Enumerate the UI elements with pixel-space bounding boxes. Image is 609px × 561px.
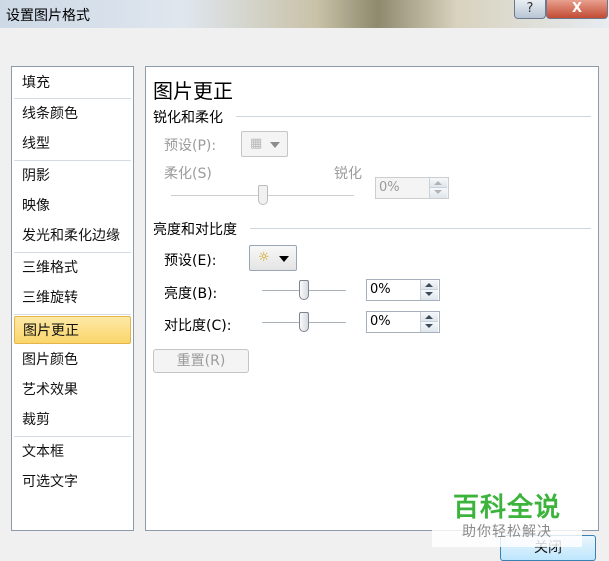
nav-divider [14,252,131,253]
window-close-button[interactable]: X [546,0,608,19]
brightness-label: 亮度(B): [164,286,218,302]
section-divider [236,116,591,117]
sharpen-slider-thumb[interactable] [257,185,268,205]
nav-item-picture-corrections[interactable]: 图片更正 [14,316,131,344]
nav-item-fill[interactable]: 填充 [14,69,131,97]
contrast-label: 对比度(C): [164,318,232,334]
nav-divider [14,98,131,99]
contrast-value: 0% [370,314,391,329]
nav-divider [14,436,131,437]
watermark-subtitle: 助你轻松解决 [462,524,552,540]
spin-down-icon[interactable] [430,188,447,198]
sharpen-value: 0% [379,180,400,195]
sharpen-preset-label: 预设(P): [164,138,217,154]
watermark-overlay: 百科全说 助你轻松解决 [432,483,582,547]
brightness-value: 0% [370,282,391,297]
title-bar: 设置图片格式 ? X [0,0,609,28]
category-list: 填充 线条颜色 线型 阴影 映像 发光和柔化边缘 三维格式 三维旋转 图片更正 … [11,66,134,531]
settings-panel: 图片更正 锐化和柔化 预设(P): ▦ 柔化(S) 锐化 0% 亮度和对比度 预… [145,66,599,531]
sharpen-label: 锐化 [334,166,362,182]
spin-down-icon[interactable] [421,290,438,300]
brightness-section-heading: 亮度和对比度 [153,222,237,238]
sharpen-preset-dropdown[interactable]: ▦ [241,131,288,157]
chevron-down-icon [270,142,280,148]
nav-item-text-box[interactable]: 文本框 [14,438,131,466]
contrast-slider-thumb[interactable] [299,312,309,332]
soften-label: 柔化(S) [164,166,212,182]
nav-item-3d-format[interactable]: 三维格式 [14,254,131,282]
panel-title: 图片更正 [153,79,233,103]
brightness-preset-dropdown[interactable]: ☼ [249,245,297,271]
nav-divider [14,160,131,161]
window-title: 设置图片格式 [6,8,90,24]
spin-down-icon[interactable] [421,322,438,332]
spin-up-icon[interactable] [421,312,438,322]
brightness-slider-thumb[interactable] [299,280,309,300]
nav-item-picture-color[interactable]: 图片颜色 [14,346,131,374]
preset-thumbnail-icon: ▦ [250,136,263,151]
nav-item-shadow[interactable]: 阴影 [14,162,131,190]
nav-item-line-color[interactable]: 线条颜色 [14,100,131,128]
section-divider [250,228,591,229]
spin-up-icon[interactable] [421,280,438,290]
sharpen-value-spinner[interactable]: 0% [375,177,449,199]
dialog-body: 填充 线条颜色 线型 阴影 映像 发光和柔化边缘 三维格式 三维旋转 图片更正 … [0,28,609,561]
brightness-preset-label: 预设(E): [164,253,217,269]
chevron-down-icon [279,256,289,262]
nav-item-alt-text[interactable]: 可选文字 [14,468,131,496]
nav-item-3d-rotation[interactable]: 三维旋转 [14,284,131,312]
nav-item-crop[interactable]: 裁剪 [14,406,131,434]
sharpen-section-heading: 锐化和柔化 [153,110,223,126]
nav-item-glow-soft-edges[interactable]: 发光和柔化边缘 [14,222,131,250]
spin-up-icon[interactable] [430,178,447,188]
sun-icon: ☼ [258,250,270,265]
nav-item-reflection[interactable]: 映像 [14,192,131,220]
help-button[interactable]: ? [514,0,546,19]
reset-button[interactable]: 重置(R) [153,349,249,373]
nav-divider [14,314,131,315]
nav-item-artistic-effects[interactable]: 艺术效果 [14,376,131,404]
brightness-value-spinner[interactable]: 0% [366,279,440,301]
contrast-value-spinner[interactable]: 0% [366,311,440,333]
watermark-title: 百科全说 [452,493,561,523]
nav-item-line-style[interactable]: 线型 [14,130,131,158]
